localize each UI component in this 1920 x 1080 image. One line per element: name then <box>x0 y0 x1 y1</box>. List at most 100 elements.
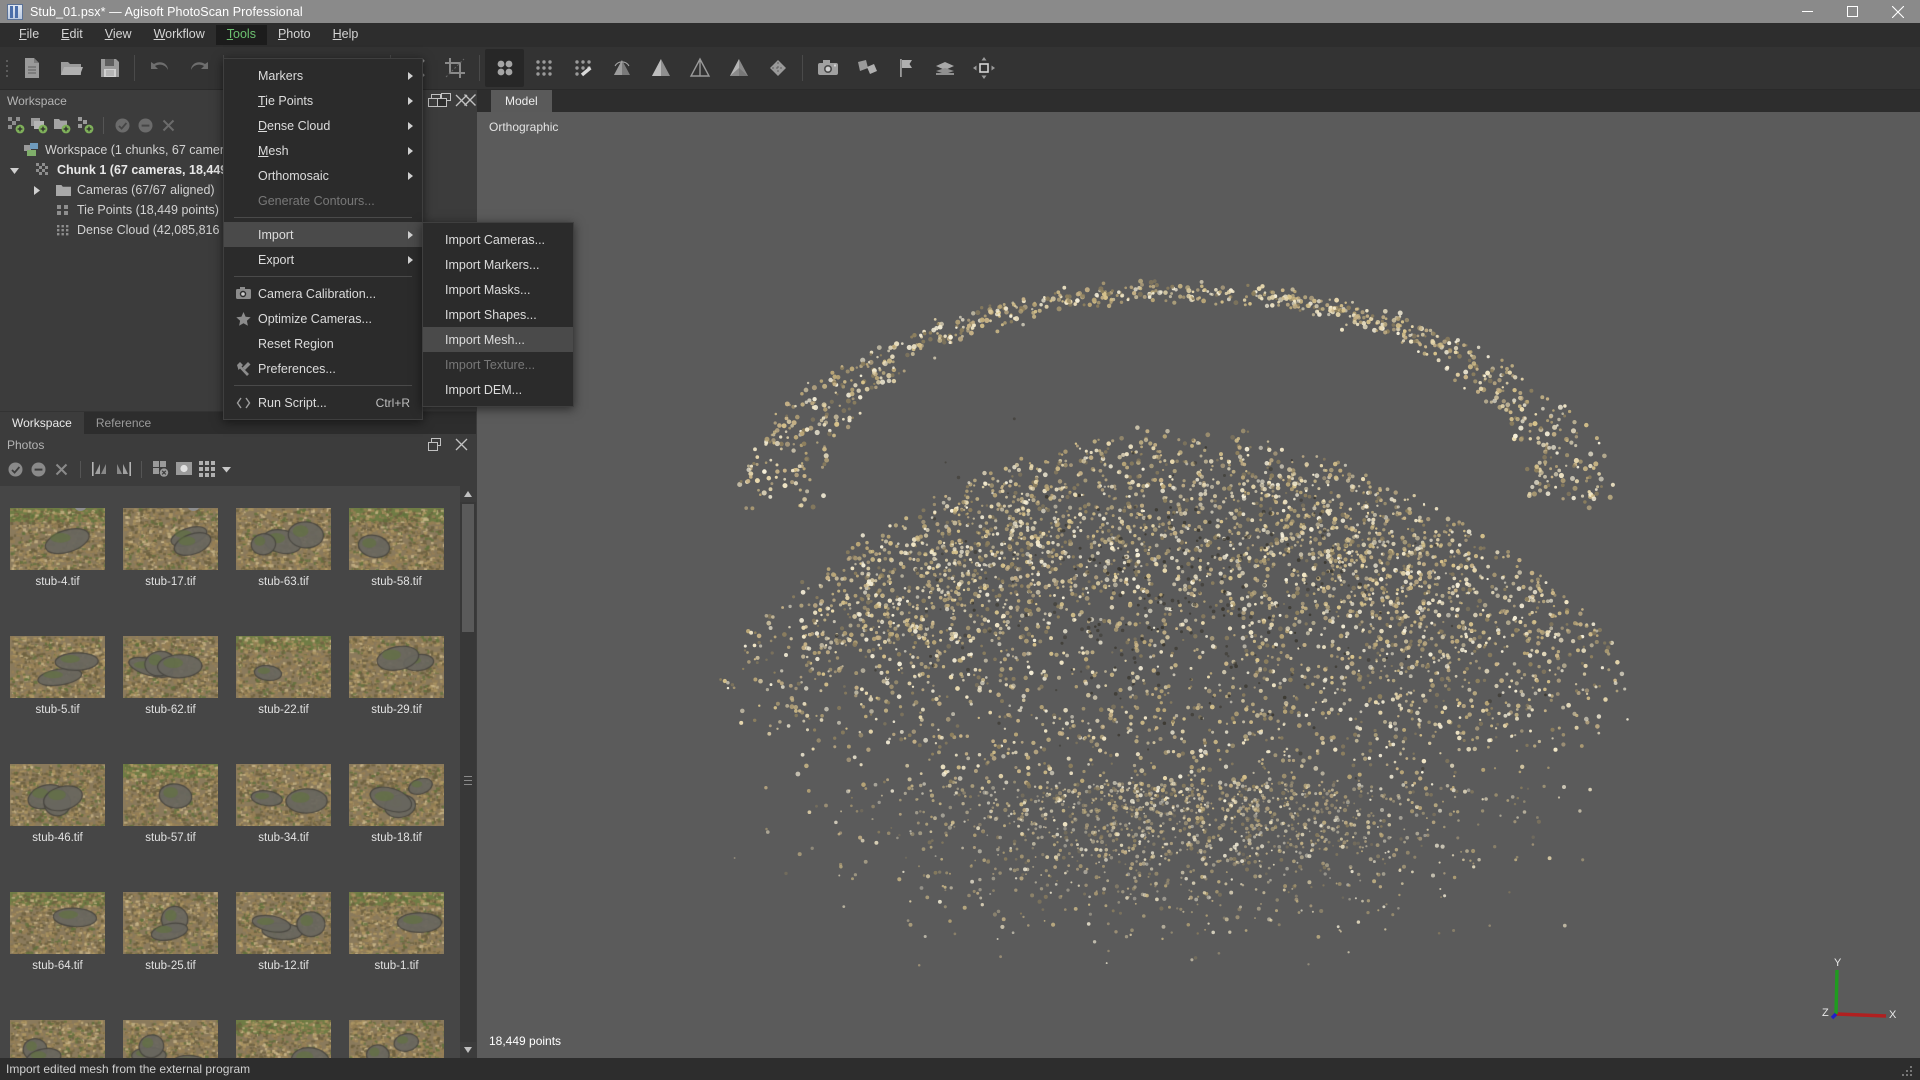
float-panel-icon[interactable] <box>426 436 443 453</box>
menu-item-import-markers[interactable]: Import Markers... <box>423 252 573 277</box>
photo-item[interactable]: stub-1.tif <box>341 892 452 972</box>
photo-thumbnail[interactable] <box>236 636 331 698</box>
menu-item-import-dem[interactable]: Import DEM... <box>423 377 573 402</box>
menu-item-mesh[interactable]: Mesh <box>224 138 422 163</box>
model-viewport[interactable]: Orthographic 18,449 points X Y Z <box>477 112 1920 1058</box>
photo-item[interactable]: stub-22.tif <box>228 636 339 716</box>
menu-item-export[interactable]: Export <box>224 247 422 272</box>
photo-thumbnail[interactable] <box>236 508 331 570</box>
disable-icon[interactable] <box>135 115 156 136</box>
photo-item[interactable]: stub-4.tif <box>2 508 113 588</box>
photo-item[interactable]: stub-62.tif <box>115 636 226 716</box>
scroll-thumb[interactable] <box>462 504 474 632</box>
photo-item[interactable]: stub-17.tif <box>115 508 226 588</box>
close-panel-icon[interactable] <box>453 436 470 453</box>
remove-photo-icon[interactable] <box>51 459 72 480</box>
disable-photo-icon[interactable] <box>28 459 49 480</box>
menu-edit[interactable]: Edit <box>50 25 94 45</box>
size-grip-icon[interactable] <box>1900 1064 1914 1078</box>
dense-cloud-icon[interactable] <box>524 49 563 87</box>
add-photos-icon[interactable] <box>28 115 49 136</box>
photo-thumbnail[interactable] <box>123 508 218 570</box>
menu-item-reset-region[interactable]: Reset Region <box>224 331 422 356</box>
photo-thumbnail[interactable] <box>123 636 218 698</box>
photo-thumbnail[interactable] <box>349 892 444 954</box>
photo-item[interactable]: stub-25.tif <box>115 892 226 972</box>
scroll-down-arrow[interactable] <box>460 1042 476 1058</box>
redo-icon[interactable] <box>179 49 218 87</box>
photo-thumbnail[interactable] <box>236 892 331 954</box>
solid-mesh-icon[interactable] <box>641 49 680 87</box>
photo-item[interactable]: stub-63.tif <box>228 508 339 588</box>
menu-tools[interactable]: Tools <box>216 25 267 45</box>
photo-thumbnail[interactable] <box>349 508 444 570</box>
enable-photo-icon[interactable] <box>5 459 26 480</box>
menu-item-preferences[interactable]: Preferences... <box>224 356 422 381</box>
enable-icon[interactable] <box>112 115 133 136</box>
photo-item[interactable] <box>115 1020 226 1058</box>
toolbar-grip[interactable] <box>2 54 12 82</box>
photo-thumbnail[interactable] <box>10 636 105 698</box>
menu-item-dense-cloud[interactable]: Dense Cloud <box>224 113 422 138</box>
photo-item[interactable] <box>341 1020 452 1058</box>
photo-item[interactable]: stub-29.tif <box>341 636 452 716</box>
photo-thumbnail[interactable] <box>10 892 105 954</box>
confidence-mesh-icon[interactable] <box>758 49 797 87</box>
photo-item[interactable]: stub-64.tif <box>2 892 113 972</box>
photos-scrollbar[interactable] <box>460 486 476 1058</box>
menu-item-camera-calibration[interactable]: Camera Calibration... <box>224 281 422 306</box>
photo-item[interactable]: stub-12.tif <box>228 892 339 972</box>
point-cloud-icon[interactable] <box>485 49 524 87</box>
menu-item-import-masks[interactable]: Import Masks... <box>423 277 573 302</box>
add-chunk-icon[interactable] <box>5 115 26 136</box>
show-shapes-icon[interactable] <box>847 49 886 87</box>
photo-thumbnail[interactable] <box>10 764 105 826</box>
close-button[interactable] <box>1875 0 1920 23</box>
menu-file[interactable]: File <box>8 25 50 45</box>
wireframe-mesh-icon[interactable] <box>680 49 719 87</box>
photo-thumbnail[interactable] <box>236 764 331 826</box>
menu-help[interactable]: Help <box>322 25 370 45</box>
photos-grid[interactable]: stub-4.tifstub-17.tifstub-63.tifstub-58.… <box>0 486 460 1058</box>
import-submenu-popup[interactable]: Import Cameras... Import Markers... Impo… <box>422 222 574 407</box>
open-project-icon[interactable] <box>51 49 90 87</box>
show-cameras-icon[interactable] <box>808 49 847 87</box>
thumbnail-size-dropdown-icon[interactable] <box>219 459 233 480</box>
photo-thumbnail[interactable] <box>10 508 105 570</box>
menu-item-import-cameras[interactable]: Import Cameras... <box>423 227 573 252</box>
menu-item-import-mesh[interactable]: Import Mesh... <box>423 327 573 352</box>
photo-thumbnail[interactable] <box>123 764 218 826</box>
menu-item-orthomosaic[interactable]: Orthomosaic <box>224 163 422 188</box>
photo-thumbnail[interactable] <box>349 1020 444 1058</box>
tools-menu-popup[interactable]: Markers Tie Points Dense Cloud Mesh Orth… <box>223 58 423 420</box>
menu-item-import-shapes[interactable]: Import Shapes... <box>423 302 573 327</box>
menu-item-optimize-cameras[interactable]: Optimize Cameras... <box>224 306 422 331</box>
maximize-button[interactable] <box>1830 0 1875 23</box>
save-project-icon[interactable] <box>90 49 129 87</box>
remove-items-icon[interactable] <box>158 115 179 136</box>
add-marker-icon[interactable] <box>74 115 95 136</box>
photo-item[interactable]: stub-46.tif <box>2 764 113 844</box>
photo-item[interactable]: stub-58.tif <box>341 508 452 588</box>
tab-reference[interactable]: Reference <box>84 412 163 434</box>
menu-item-import[interactable]: Import <box>224 222 422 247</box>
photo-item[interactable]: stub-5.tif <box>2 636 113 716</box>
photo-thumbnail[interactable] <box>123 1020 218 1058</box>
menu-view[interactable]: View <box>94 25 143 45</box>
rotate-left-icon[interactable] <box>89 459 110 480</box>
float-panel-icon[interactable] <box>435 91 452 108</box>
menu-item-tie-points[interactable]: Tie Points <box>224 88 422 113</box>
scroll-up-arrow[interactable] <box>460 486 476 502</box>
twisty-expanded-icon[interactable] <box>6 166 22 175</box>
menu-item-run-script[interactable]: Run Script... Ctrl+R <box>224 390 422 415</box>
tab-workspace[interactable]: Workspace <box>0 412 84 434</box>
reset-masks-icon[interactable] <box>150 459 171 480</box>
add-folder-icon[interactable] <box>51 115 72 136</box>
photo-item[interactable] <box>228 1020 339 1058</box>
menu-photo[interactable]: Photo <box>267 25 322 45</box>
photo-thumbnail[interactable] <box>236 1020 331 1058</box>
photo-item[interactable] <box>2 1020 113 1058</box>
twisty-collapsed-icon[interactable] <box>28 186 44 195</box>
thumbnail-size-icon[interactable] <box>196 459 217 480</box>
shaded-mesh-icon[interactable] <box>602 49 641 87</box>
